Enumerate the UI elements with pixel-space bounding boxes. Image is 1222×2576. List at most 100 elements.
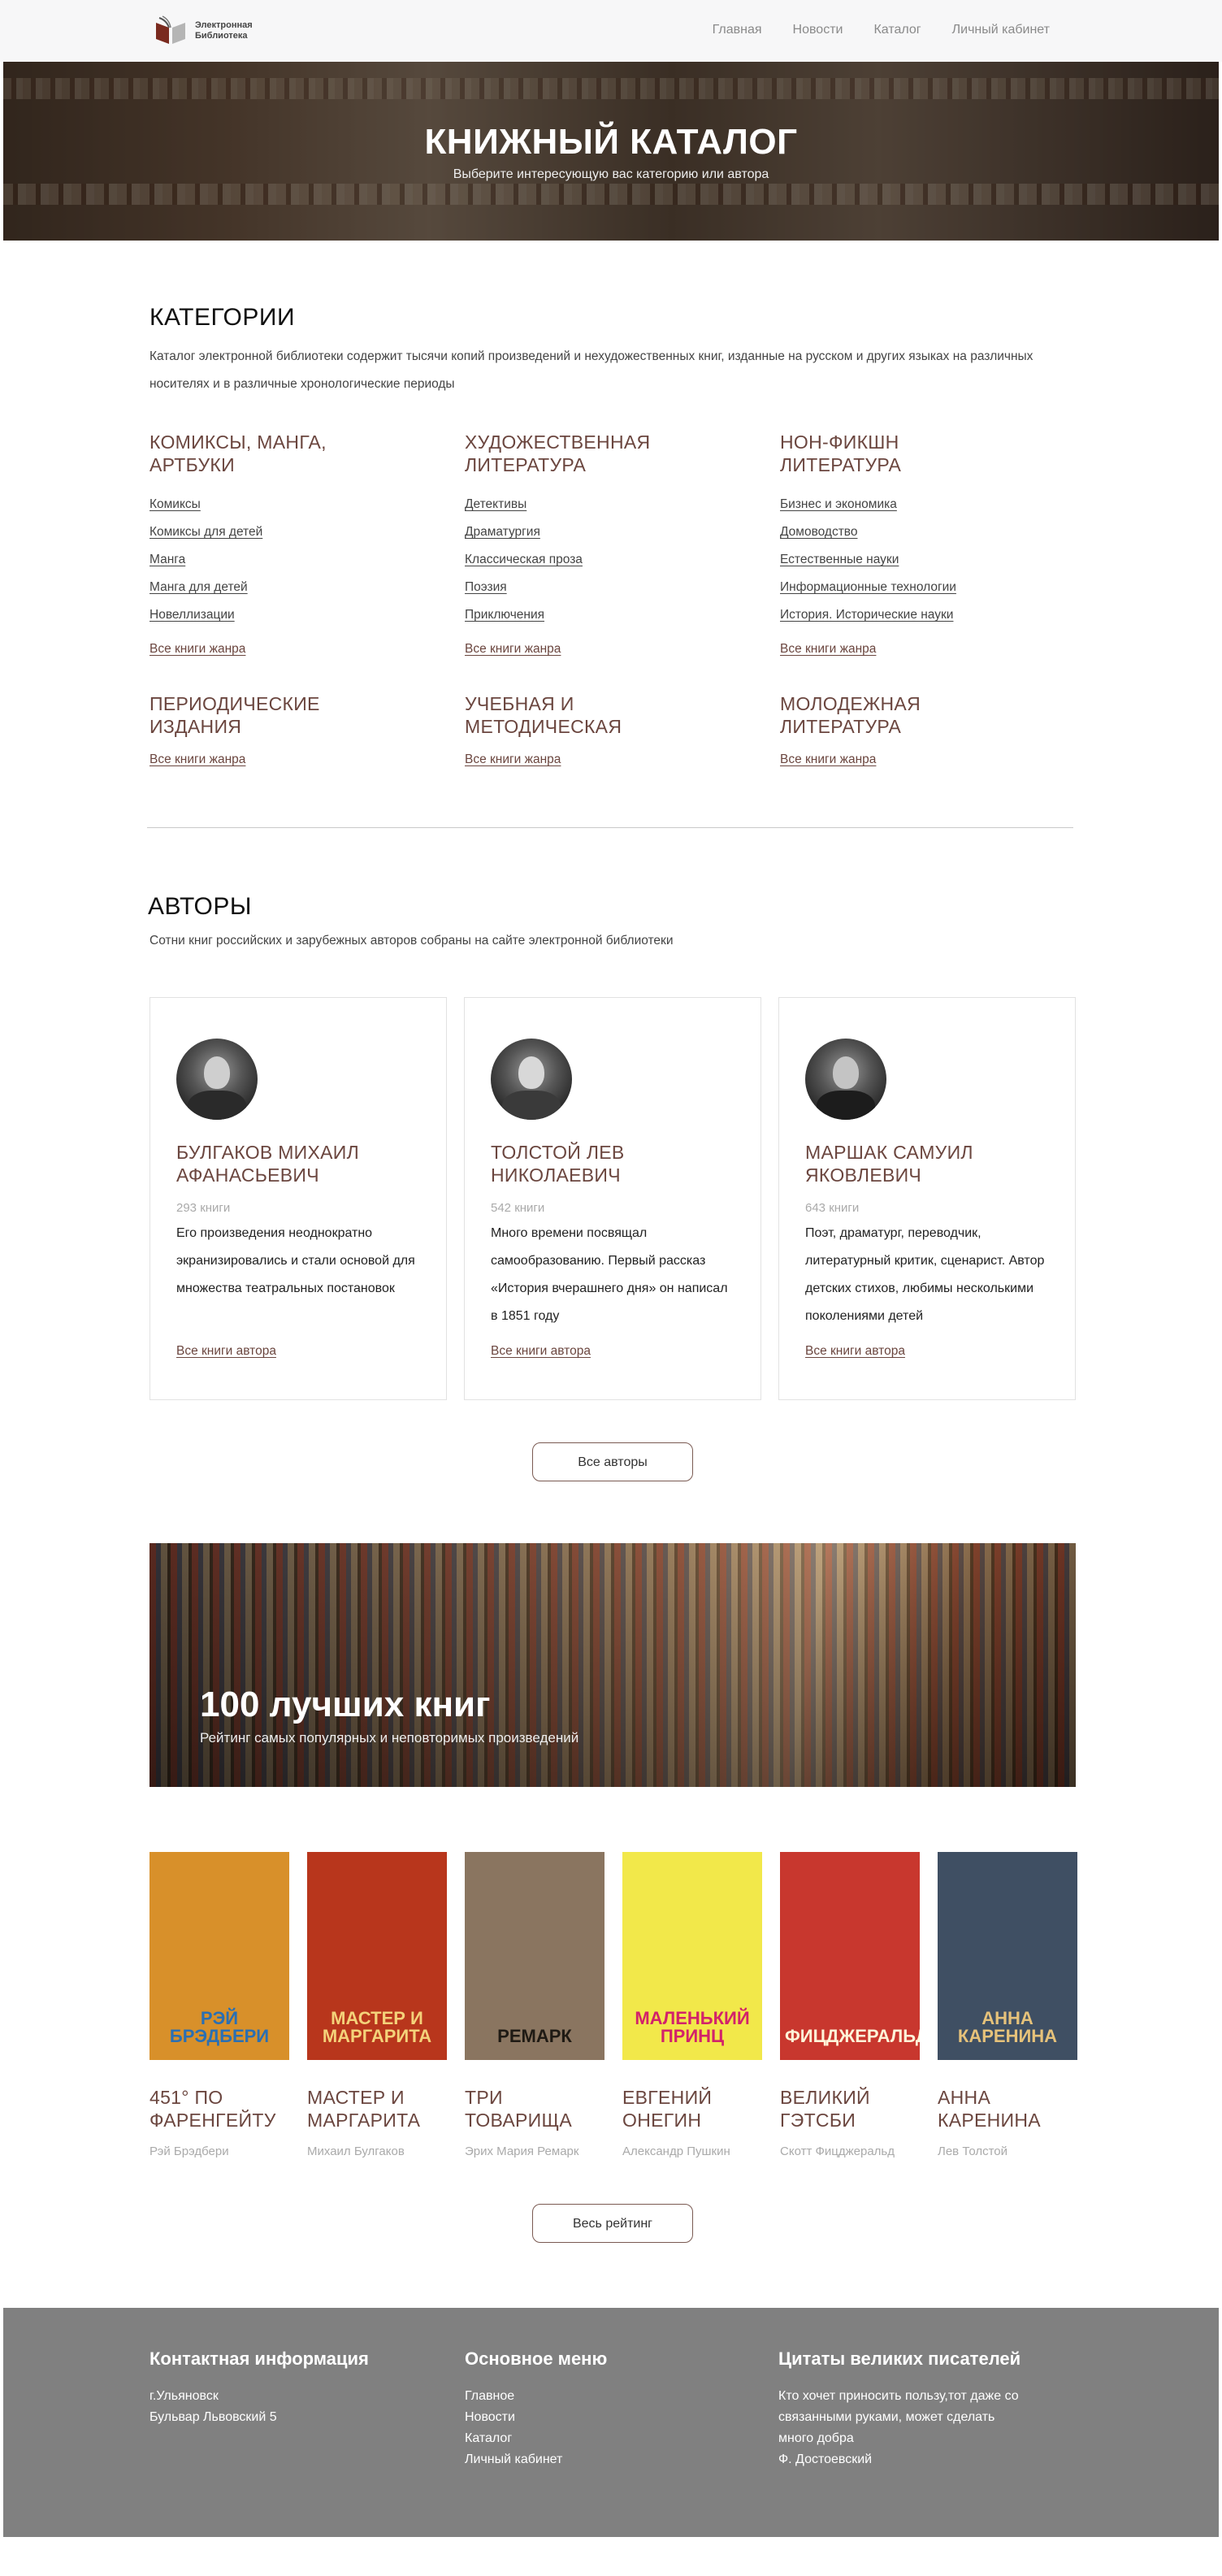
footer-menu-item[interactable]: Главное <box>465 2386 607 2407</box>
hero-banner: КНИЖНЫЙ КАТАЛОГ Выберите интересующую ва… <box>3 62 1219 241</box>
logo-text: Электронная Библиотека <box>195 20 253 41</box>
category-periodicals: ПЕРИОДИЧЕСКИЕ ИЗДАНИЯ Все книги жанра <box>150 692 465 767</box>
author-card: МАРШАК САМУИЛ ЯКОВЛЕВИЧ 643 книги Поэт, … <box>778 997 1076 1400</box>
category-link[interactable]: Бизнес и экономика <box>780 497 897 511</box>
all-author-books-link[interactable]: Все книги автора <box>491 1344 591 1359</box>
site-logo[interactable]: Электронная Библиотека <box>151 11 268 50</box>
category-link[interactable]: Информационные технологии <box>780 580 956 594</box>
category-link[interactable]: История. Исторические науки <box>780 608 953 622</box>
book-card[interactable]: РЭЙ БРЭДБЕРИ 451° ПО ФАРЕНГЕЙТУ Рэй Брэдбе… <box>150 1852 289 2158</box>
book-cover[interactable]: АННА КАРЕНИНА <box>938 1852 1077 2060</box>
book-title[interactable]: ТРИ ТОВАРИЩА <box>465 2086 604 2131</box>
book-title[interactable]: ЕВГЕНИЙ ОНЕГИН <box>622 2086 762 2131</box>
book-card[interactable]: МАЛЕНЬКИЙ ПРИНЦ ЕВГЕНИЙ ОНЕГИН Александр П… <box>622 1852 762 2158</box>
footer-quotes: Цитаты великих писателей Кто хочет прино… <box>778 2348 1020 2470</box>
all-genre-books-link[interactable]: Все книги жанра <box>465 752 561 767</box>
book-author: Скотт Фицджеральд <box>780 2144 895 2158</box>
category-link[interactable]: Классическая проза <box>465 553 583 566</box>
book-card[interactable]: ФИЦДЖЕРАЛЬД ВЕЛИКИЙ ГЭТСБИ Скотт Фицджерал… <box>780 1852 920 2158</box>
category-youth: МОЛОДЕЖНАЯ ЛИТЕРАТУРА Все книги жанра <box>780 692 1076 767</box>
author-name: МАРШАК САМУИЛ ЯКОВЛЕВИЧ <box>805 1142 973 1186</box>
category-link[interactable]: Естественные науки <box>780 553 899 566</box>
category-link[interactable]: Приключения <box>465 608 544 622</box>
footer-menu-item[interactable]: Новости <box>465 2407 607 2428</box>
footer-menu-item[interactable]: Личный кабинет <box>465 2449 607 2470</box>
book-title[interactable]: МАСТЕР И МАРГАРИТА <box>307 2086 447 2131</box>
footer-menu-item[interactable]: Каталог <box>465 2428 607 2449</box>
category-link[interactable]: Комиксы для детей <box>150 525 262 539</box>
author-card: БУЛГАКОВ МИХАИЛ АФАНАСЬЕВИЧ 293 книги Ег… <box>150 997 447 1400</box>
book-cover-title: РЕМАРК <box>497 2026 572 2046</box>
all-genre-books-link[interactable]: Все книги жанра <box>780 642 876 657</box>
book-cover-title: МАСТЕР И МАРГАРИТА <box>322 2008 432 2046</box>
category-link[interactable]: Новеллизации <box>150 608 235 622</box>
all-genre-books-link[interactable]: Все книги жанра <box>150 752 245 767</box>
category-links: Комиксы Комиксы для детей Манга Манга дл… <box>150 491 465 629</box>
banner-title: 100 лучших книг <box>200 1685 491 1724</box>
book-cover[interactable]: РЭЙ БРЭДБЕРИ <box>150 1852 289 2060</box>
book-cover[interactable]: МАСТЕР И МАРГАРИТА <box>307 1852 447 2060</box>
page-title: КНИЖНЫЙ КАТАЛОГ <box>424 122 798 162</box>
category-title: НОН-ФИКШН ЛИТЕРАТУРА <box>780 432 902 475</box>
category-title: УЧЕБНАЯ И МЕТОДИЧЕСКАЯ <box>465 693 622 737</box>
authors-title: АВТОРЫ <box>148 893 252 920</box>
category-title: МОЛОДЕЖНАЯ ЛИТЕРАТУРА <box>780 693 921 737</box>
nav-link-news[interactable]: Новости <box>793 23 843 37</box>
all-genre-books-link[interactable]: Все книги жанра <box>780 752 876 767</box>
author-description: Его произведения неоднократно экранизиро… <box>176 1226 415 1295</box>
category-link[interactable]: Детективы <box>465 497 526 511</box>
category-link[interactable]: Поэзия <box>465 580 507 594</box>
book-card[interactable]: АННА КАРЕНИНА АННА КАРЕНИНА Лев Толстой <box>938 1852 1077 2158</box>
footer-quotes-title: Цитаты великих писателей <box>778 2348 1021 2369</box>
book-cover-title: ФИЦДЖЕРАЛЬД <box>785 2026 920 2046</box>
book-author: Эрих Мария Ремарк <box>465 2144 579 2158</box>
all-authors-button[interactable]: Все авторы <box>532 1442 693 1481</box>
all-genre-books-link[interactable]: Все книги жанра <box>150 642 245 657</box>
author-description: Много времени посвящал самообразованию. … <box>491 1226 728 1323</box>
book-cover-title: РЭЙ БРЭДБЕРИ <box>169 2008 270 2046</box>
book-card[interactable]: РЕМАРК ТРИ ТОВАРИЩА Эрих Мария Ремарк <box>465 1852 604 2158</box>
author-books-count: 293 книги <box>176 1201 231 1215</box>
book-cover[interactable]: РЕМАРК <box>465 1852 604 2060</box>
book-cover[interactable]: МАЛЕНЬКИЙ ПРИНЦ <box>622 1852 762 2060</box>
footer-menu-title: Основное меню <box>465 2348 608 2369</box>
book-card[interactable]: МАСТЕР И МАРГАРИТА МАСТЕР И МАРГАРИТА Миха… <box>307 1852 447 2158</box>
book-title[interactable]: ВЕЛИКИЙ ГЭТСБИ <box>780 2086 920 2131</box>
footer-contacts-title: Контактная информация <box>150 2348 369 2369</box>
section-divider <box>147 827 1073 828</box>
nav-link-account[interactable]: Личный кабинет <box>952 23 1050 37</box>
top-books-banner[interactable]: 100 лучших книг Рейтинг самых популярных… <box>150 1543 1076 1787</box>
book-title[interactable]: 451° ПО ФАРЕНГЕЙТУ <box>150 2086 289 2131</box>
category-nonfiction: НОН-ФИКШН ЛИТЕРАТУРА Бизнес и экономика … <box>780 431 1076 657</box>
authors-lead: Сотни книг российских и зарубежных автор… <box>150 934 674 948</box>
footer-quote-line: много добра <box>778 2431 854 2445</box>
book-author: Рэй Брэдбери <box>150 2144 229 2158</box>
category-link[interactable]: Драматургия <box>465 525 540 539</box>
all-genre-books-link[interactable]: Все книги жанра <box>465 642 561 657</box>
footer-city: г.Ульяновск <box>150 2389 219 2403</box>
footer-quote-line: связанными руками, может сделать <box>778 2410 995 2424</box>
author-name: БУЛГАКОВ МИХАИЛ АФАНАСЬЕВИЧ <box>176 1142 360 1186</box>
author-books-count: 643 книги <box>805 1201 860 1215</box>
category-links: Бизнес и экономика Домоводство Естествен… <box>780 491 1076 629</box>
main-nav: Главная Новости Каталог Личный кабинет <box>713 23 1050 37</box>
category-link[interactable]: Манга для детей <box>150 580 248 594</box>
category-title: КОМИКСЫ, МАНГА, АРТБУКИ <box>150 432 327 475</box>
category-link[interactable]: Домоводство <box>780 525 857 539</box>
category-link[interactable]: Комиксы <box>150 497 201 511</box>
nav-link-catalog[interactable]: Каталог <box>873 23 921 37</box>
category-link[interactable]: Манга <box>150 553 185 566</box>
book-cover[interactable]: ФИЦДЖЕРАЛЬД <box>780 1852 920 2060</box>
categories-title: КАТЕГОРИИ <box>150 304 296 331</box>
nav-link-home[interactable]: Главная <box>713 23 762 37</box>
site-footer: Контактная информация г.Ульяновск Бульва… <box>3 2308 1219 2537</box>
book-logo-icon <box>156 15 185 44</box>
book-author: Михаил Булгаков <box>307 2144 405 2158</box>
categories-section: КАТЕГОРИИ Каталог электронной библиотеки… <box>147 304 1076 828</box>
all-author-books-link[interactable]: Все книги автора <box>176 1344 276 1359</box>
all-author-books-link[interactable]: Все книги автора <box>805 1344 905 1359</box>
book-title[interactable]: АННА КАРЕНИНА <box>938 2086 1077 2131</box>
category-educational: УЧЕБНАЯ И МЕТОДИЧЕСКАЯ Все книги жанра <box>465 692 780 767</box>
full-rating-button[interactable]: Весь рейтинг <box>532 2204 693 2243</box>
author-avatar <box>491 1039 572 1120</box>
